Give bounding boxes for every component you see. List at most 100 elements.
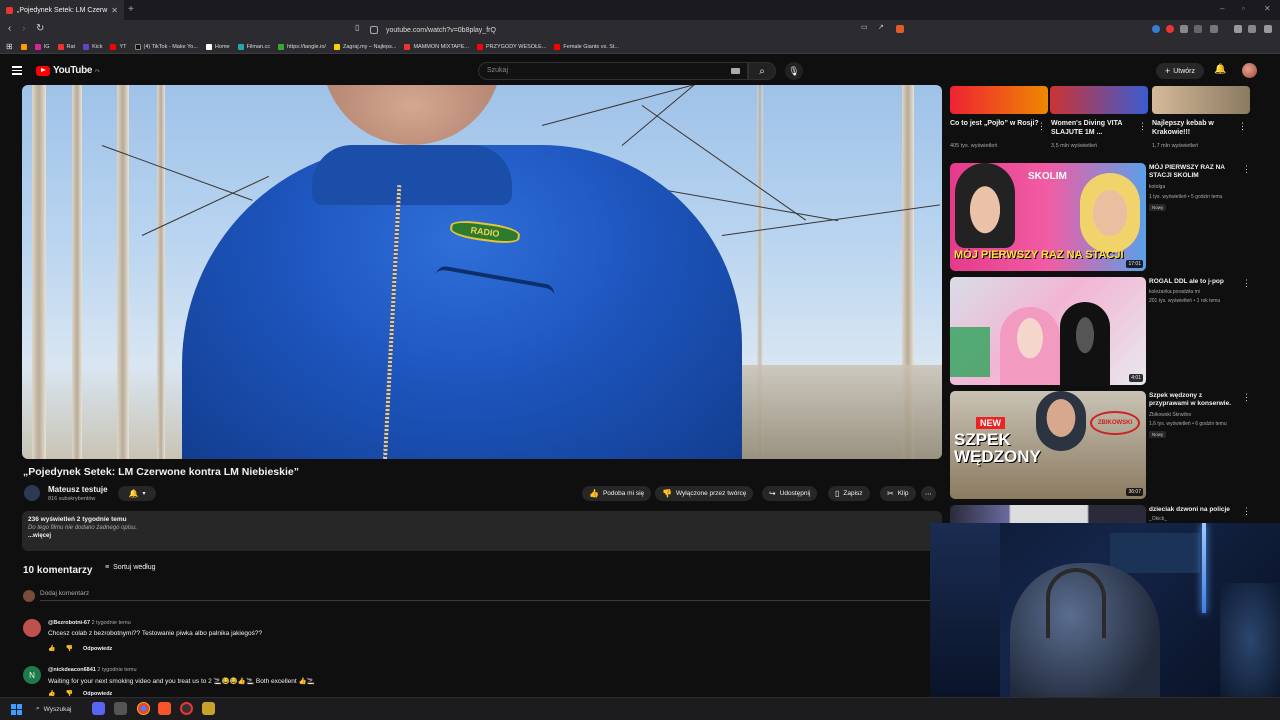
file-explorer-icon[interactable] xyxy=(114,702,127,715)
comment-avatar[interactable]: N xyxy=(23,666,41,684)
discord-icon[interactable] xyxy=(92,702,105,715)
description-box[interactable]: 236 wyświetleń 2 tygodnie temu Do tego f… xyxy=(22,511,942,551)
related-video-title[interactable]: ROGAL DDL ale to j-pop xyxy=(1149,278,1239,286)
related-video-thumbnail[interactable]: 4:01 xyxy=(950,277,1146,385)
bookmark-item[interactable]: Rat xyxy=(57,43,75,50)
related-video-thumbnail[interactable] xyxy=(1050,86,1148,114)
bookmark-item[interactable]: Filman.cc xyxy=(237,43,270,50)
dislike-button[interactable]: 👎 Wyłączone przez twórcę xyxy=(655,486,754,501)
bookmark-item[interactable]: Zagraj.my – Najleps... xyxy=(333,43,396,50)
add-comment-input[interactable]: Dodaj komentarz xyxy=(40,590,930,601)
search-button[interactable]: ⌕ xyxy=(748,62,776,80)
related-video-title[interactable]: Co to jest „Pojło” w Rosji? xyxy=(950,119,1040,128)
keyboard-icon[interactable] xyxy=(731,68,740,74)
related-video-thumbnail[interactable] xyxy=(950,86,1048,114)
thumbs-down-icon[interactable]: 👎 xyxy=(65,690,72,697)
bookmark-item[interactable]: IG xyxy=(34,43,50,50)
forward-icon[interactable]: › xyxy=(22,23,25,34)
bookmark-page-icon[interactable]: ▯ xyxy=(355,23,359,32)
share-page-icon[interactable]: ↗ xyxy=(878,23,884,31)
bookmark-item[interactable]: PRZYGODY WESOŁE... xyxy=(476,43,546,50)
comment-author[interactable]: @nickdeacon6841 2 tygodnie temu xyxy=(48,667,137,673)
reply-button[interactable]: Odpowiedz xyxy=(83,646,112,652)
comment-avatar[interactable] xyxy=(23,619,41,637)
sort-comments-button[interactable]: ≡ Sortuj według xyxy=(105,564,156,571)
browser-tab-active[interactable]: „Pojedynek Setek: LM Czerw ✕ xyxy=(0,0,124,20)
thumbs-up-icon[interactable]: 👍 xyxy=(48,645,55,652)
menu-icon[interactable] xyxy=(1264,25,1272,33)
related-video-thumbnail[interactable] xyxy=(950,505,1146,523)
search-input[interactable]: Szukaj xyxy=(478,62,748,80)
extension-icon[interactable] xyxy=(1152,25,1160,33)
like-button[interactable]: 👍 Podoba mi się xyxy=(582,486,652,501)
subscription-bell-button[interactable]: 🔔 ▾ xyxy=(118,486,156,501)
bookmark-item[interactable]: YT xyxy=(110,43,127,50)
close-window-icon[interactable]: ✕ xyxy=(1264,4,1271,13)
more-options-icon[interactable]: ⋮ xyxy=(1242,164,1251,175)
wallet-icon[interactable] xyxy=(1248,25,1256,33)
site-info-icon[interactable] xyxy=(370,26,378,34)
related-video-title[interactable]: MÓJ PIERWSZY RAZ NA STACJI SKOLIM xyxy=(1149,164,1239,180)
bookmark-item[interactable]: Kick xyxy=(83,43,102,50)
voice-search-button[interactable]: 🎙 xyxy=(785,62,803,80)
save-button[interactable]: ▯ Zapisz xyxy=(828,486,870,501)
extension-icon[interactable] xyxy=(1166,25,1174,33)
extension-icon[interactable] xyxy=(1194,25,1202,33)
apps-grid-icon[interactable]: ⊞ xyxy=(6,42,13,51)
account-avatar[interactable] xyxy=(1242,63,1257,78)
video-player[interactable]: RADIO xyxy=(22,85,942,459)
address-bar[interactable]: youtube.com/watch?v=0b8play_frQ xyxy=(370,23,910,37)
related-video-title[interactable]: dzieciak dzwoni na policje xyxy=(1149,506,1239,514)
channel-avatar[interactable] xyxy=(24,485,40,501)
channel-name[interactable]: Mateusz testuje xyxy=(48,485,108,494)
comment-author[interactable]: @Bezrobotni-67 2 tygodnie temu xyxy=(48,620,131,626)
related-video-channel[interactable]: kotolga xyxy=(1149,184,1165,191)
obs-icon[interactable] xyxy=(180,702,193,715)
related-video-title[interactable]: Szpek wędzony z przyprawami w konserwie. xyxy=(1149,392,1239,408)
share-button[interactable]: ↪ Udostępnij xyxy=(762,486,818,501)
youtube-logo[interactable]: YouTube PL xyxy=(36,65,100,76)
hamburger-menu-icon[interactable] xyxy=(12,66,22,77)
more-options-icon[interactable]: ⋮ xyxy=(1238,121,1247,132)
more-options-icon[interactable]: ⋮ xyxy=(1138,121,1147,132)
related-video-channel[interactable]: Zbikowski Skrwilno xyxy=(1149,412,1191,419)
related-video-title[interactable]: Women's Diving VITA SLAJUTE 1M ... xyxy=(1051,119,1141,137)
close-tab-icon[interactable]: ✕ xyxy=(111,6,118,15)
brave-shield-icon[interactable] xyxy=(896,25,904,33)
cast-icon[interactable]: ▭ xyxy=(861,23,868,31)
minimize-icon[interactable]: – xyxy=(1220,4,1224,13)
more-actions-button[interactable]: ⋯ xyxy=(921,486,936,501)
related-video-title[interactable]: Najlepszy kebab w Krakowie!!! xyxy=(1152,119,1242,137)
back-icon[interactable]: ‹ xyxy=(8,23,11,34)
bookmark-item[interactable]: Female Giants vs. St... xyxy=(554,43,619,50)
more-options-icon[interactable]: ⋮ xyxy=(1242,506,1251,517)
brave-icon[interactable] xyxy=(158,702,171,715)
bookmark-item[interactable]: MAMMON MIXTAPE... xyxy=(404,43,469,50)
more-options-icon[interactable]: ⋮ xyxy=(1037,121,1046,132)
bookmark-item[interactable]: (4) TikTok - Make Yo... xyxy=(134,43,198,50)
related-video-thumbnail[interactable]: SKOLIM MÓJ PIERWSZY RAZ NA STACJI 17:01 xyxy=(950,163,1146,271)
clip-button[interactable]: ✂ Klip xyxy=(880,486,916,501)
related-video-thumbnail[interactable] xyxy=(1152,86,1250,114)
more-options-icon[interactable]: ⋮ xyxy=(1242,278,1251,289)
extension-icon[interactable] xyxy=(1180,25,1188,33)
thumbs-down-icon[interactable]: 👎 xyxy=(65,645,72,652)
bookmark-item[interactable]: https://tangle.io/ xyxy=(278,43,326,50)
maximize-icon[interactable]: ▫ xyxy=(1242,4,1245,13)
sidebar-toggle-icon[interactable] xyxy=(1210,25,1218,33)
bookmark-item[interactable] xyxy=(20,43,27,50)
notifications-bell-icon[interactable]: 🔔 xyxy=(1214,64,1226,75)
related-video-thumbnail[interactable]: ZBIKOWSKI NEW SZPEK WĘDZONY 36:07 xyxy=(950,391,1146,499)
app-icon[interactable] xyxy=(202,702,215,715)
create-button[interactable]: + Utwórz xyxy=(1156,63,1204,79)
music-icon[interactable] xyxy=(1234,25,1242,33)
related-video-channel[interactable]: _Okick_ xyxy=(1149,516,1167,523)
chrome-icon[interactable] xyxy=(137,702,150,715)
bookmark-item[interactable]: Home xyxy=(205,43,230,50)
reply-button[interactable]: Odpowiedz xyxy=(83,691,112,697)
new-tab-icon[interactable]: + xyxy=(128,4,134,15)
more-options-icon[interactable]: ⋮ xyxy=(1242,392,1251,403)
taskbar-search[interactable]: ⌕ Wyszukaj xyxy=(36,702,71,716)
show-more-link[interactable]: ...więcej xyxy=(28,533,936,539)
windows-start-icon[interactable] xyxy=(11,704,22,715)
